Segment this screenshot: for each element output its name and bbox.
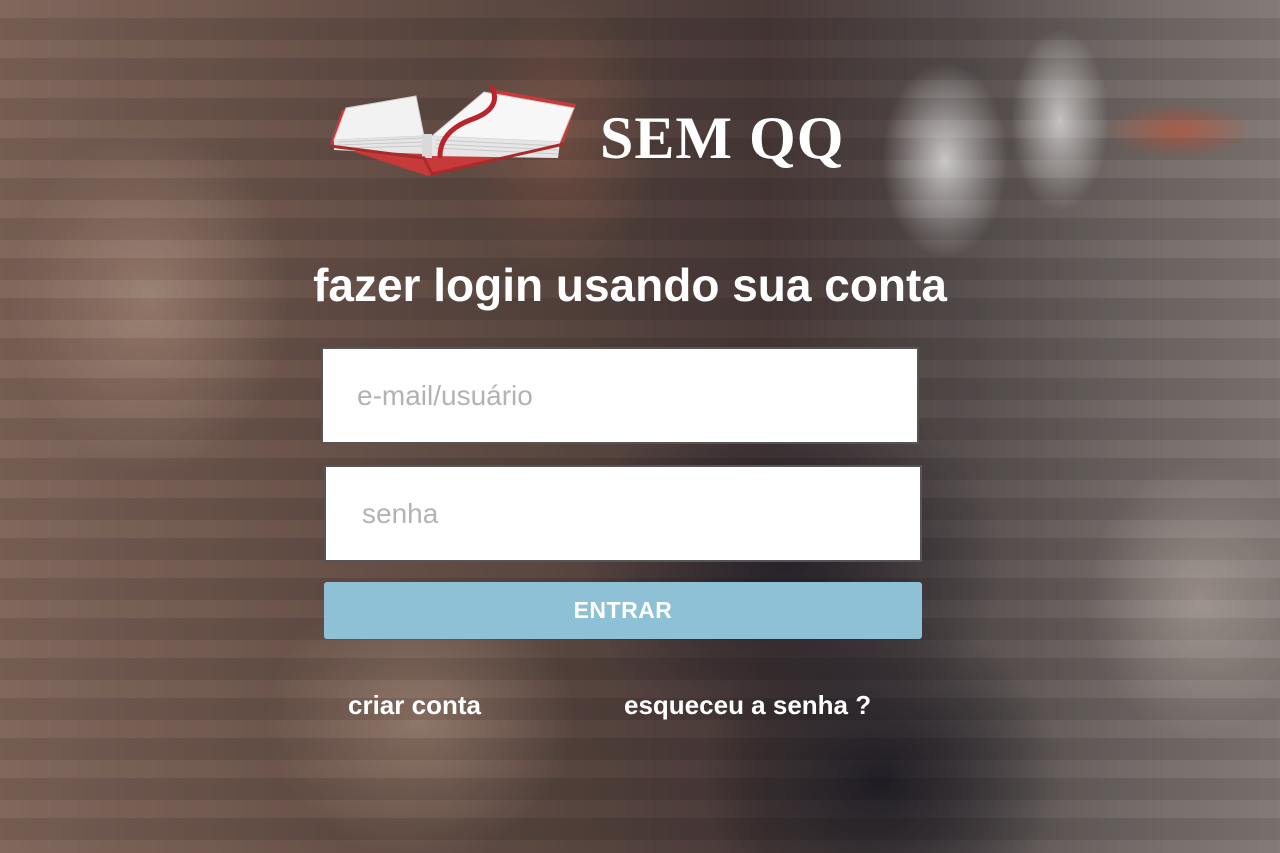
password-input[interactable]: [324, 465, 922, 562]
forgot-password-link[interactable]: esqueceu a senha ?: [624, 690, 871, 721]
open-book-icon: [328, 84, 580, 180]
login-heading: fazer login usando sua conta: [313, 259, 947, 311]
username-input[interactable]: [321, 347, 919, 444]
create-account-link[interactable]: criar conta: [348, 690, 481, 721]
brand-name: SEM QQ: [600, 104, 845, 171]
logo: SEM QQ: [328, 84, 844, 180]
login-button[interactable]: ENTRAR: [324, 582, 922, 639]
